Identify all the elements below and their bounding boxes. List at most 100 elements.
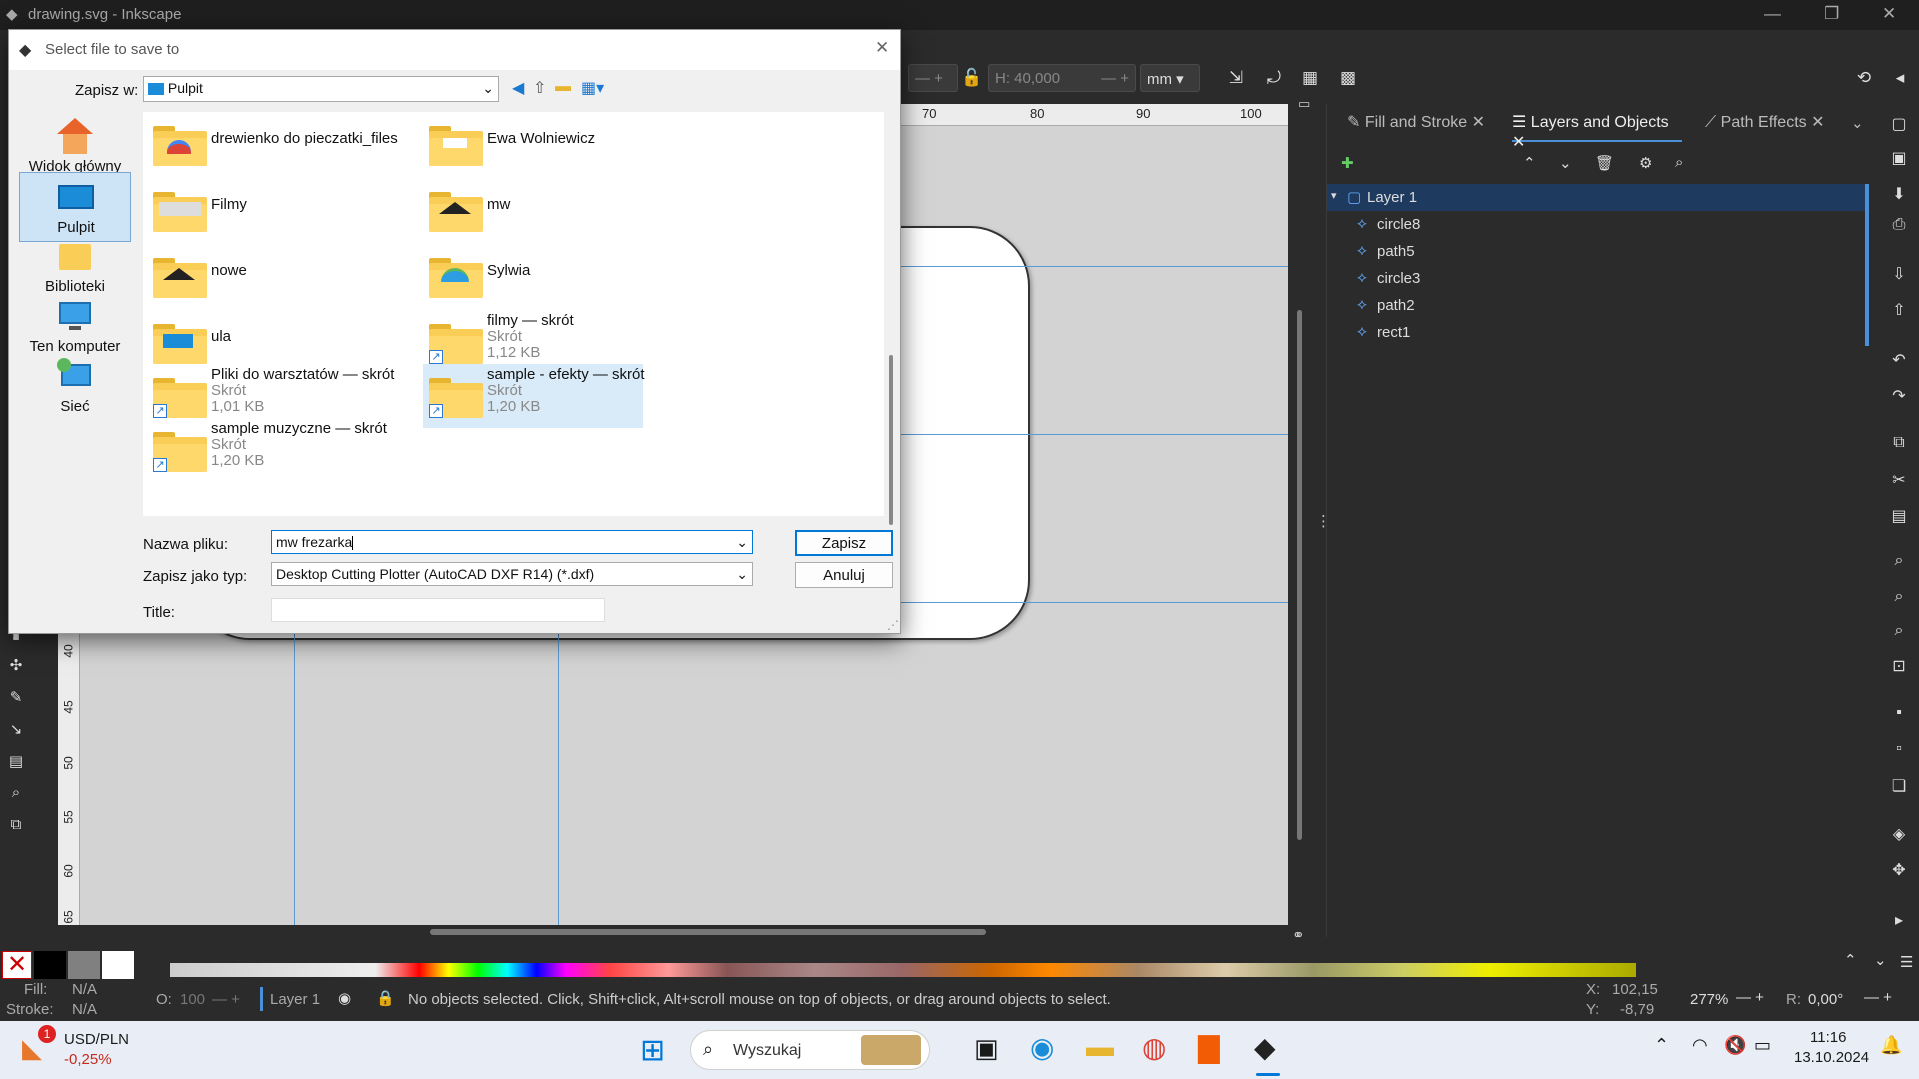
collapse-icon[interactable]: ◂	[1888, 66, 1912, 90]
copy-icon[interactable]: ⧉	[1888, 434, 1910, 456]
start-windows-icon[interactable]: ⊞	[640, 1033, 665, 1068]
clock-date[interactable]: 13.10.2024	[1794, 1049, 1869, 1066]
layer-row[interactable]: ▾ ▢ Layer 1	[1327, 184, 1867, 211]
expand-icon[interactable]: ▸	[1888, 910, 1910, 932]
zoom-tool-icon[interactable]: ⌕	[6, 784, 26, 804]
zoom-stepper-icon[interactable]: — +	[1736, 989, 1764, 1006]
eraser-tool-icon[interactable]: ✎	[6, 688, 26, 708]
close-icon[interactable]: ✕	[1882, 4, 1896, 24]
resize-grip-icon[interactable]: ⋰	[887, 618, 899, 632]
lock-icon[interactable]: 🔓	[960, 66, 984, 90]
maximize-icon[interactable]: ❐	[1824, 4, 1839, 24]
object-row[interactable]: ⟡ path5	[1327, 238, 1867, 265]
move-patterns-icon[interactable]: ▩	[1336, 66, 1360, 90]
color-manage-icon[interactable]: ⚭	[1292, 926, 1305, 944]
settings-gear-icon[interactable]: ⚙	[1639, 154, 1652, 172]
print-icon[interactable]: ⎙	[1888, 216, 1910, 238]
w-spin-controls[interactable]: — +	[908, 64, 958, 92]
tray-chevron-icon[interactable]: ⌃	[1654, 1035, 1669, 1056]
notification-bell-icon[interactable]: 🔔	[1880, 1035, 1902, 1056]
node-icon[interactable]: ◈	[1888, 824, 1910, 846]
horizontal-scroll-thumb[interactable]	[430, 929, 986, 935]
zoom-value[interactable]: 277%	[1690, 991, 1728, 1008]
object-row[interactable]: ⟡ rect1	[1327, 319, 1867, 346]
swatch-black[interactable]	[34, 951, 66, 979]
h-field[interactable]: H: 40,000 — +	[988, 64, 1136, 92]
tab-layers-and-objects[interactable]: ☰ Layers and Objects ✕	[1512, 112, 1682, 151]
move-gradients-icon[interactable]: ▦	[1298, 66, 1322, 90]
ticker-name[interactable]: USD/PLN	[64, 1031, 129, 1048]
rotation-stepper-icon[interactable]: — +	[1864, 989, 1892, 1006]
list-item[interactable]: mw	[423, 178, 693, 242]
swatch-gray[interactable]	[68, 951, 100, 979]
zoom-page-icon[interactable]: ⌕	[1888, 622, 1910, 644]
list-item[interactable]: nowe	[147, 244, 417, 308]
import-icon[interactable]: ⇩	[1888, 264, 1910, 286]
clone-icon[interactable]: ❏	[1888, 776, 1910, 798]
task-view-icon[interactable]: ▣	[974, 1033, 999, 1064]
scale-corners-icon[interactable]: ⤾	[1262, 66, 1286, 90]
tab-fill-and-stroke[interactable]: ✎ Fill and Stroke ✕	[1347, 112, 1492, 142]
page-tool-icon[interactable]: ▤	[6, 752, 26, 772]
file-explorer-icon[interactable]: ▬	[1086, 1031, 1114, 1063]
save-in-select[interactable]: Pulpit ⌄	[143, 76, 499, 102]
zoom-center-icon[interactable]: ⊡	[1888, 656, 1910, 678]
tabs-menu-icon[interactable]: ⌄	[1851, 114, 1864, 132]
taskbar-search[interactable]: ⌕ Wyszukaj	[690, 1030, 930, 1070]
cut-icon[interactable]: ✂	[1888, 470, 1910, 492]
cancel-button[interactable]: Anuluj	[795, 562, 893, 588]
save-button[interactable]: Zapisz	[795, 530, 893, 556]
undo-icon[interactable]: ↶	[1888, 350, 1910, 372]
list-item[interactable]: Sylwia	[423, 244, 693, 308]
open-icon[interactable]: ▣	[1888, 148, 1910, 170]
move-down-icon[interactable]: ⌄	[1559, 154, 1572, 172]
new-document-icon[interactable]: ▢	[1888, 114, 1910, 136]
lock-icon[interactable]: 🔒	[376, 989, 395, 1007]
ungroup-icon[interactable]: ▫	[1888, 740, 1910, 762]
search-icon[interactable]: ⌕	[1675, 154, 1683, 171]
current-layer[interactable]: Layer 1	[270, 991, 320, 1008]
no-paint-swatch[interactable]: ✕	[2, 951, 32, 979]
export-icon[interactable]: ⇧	[1888, 300, 1910, 322]
move-up-icon[interactable]: ⌃	[1523, 154, 1536, 172]
new-folder-icon[interactable]: ▬	[555, 78, 571, 96]
unit-select[interactable]: mm ▾	[1140, 64, 1200, 92]
redo-icon[interactable]: ↷	[1888, 386, 1910, 408]
filetype-select[interactable]: Desktop Cutting Plotter (AutoCAD DXF R14…	[271, 562, 753, 586]
opacity-value[interactable]: 100	[180, 991, 205, 1008]
list-item[interactable]: Filmy	[147, 178, 417, 242]
add-layer-icon[interactable]: ✚	[1341, 154, 1354, 172]
list-item[interactable]: Ewa Wolniewicz	[423, 112, 693, 176]
view-menu-icon[interactable]: ▦▾	[581, 78, 604, 98]
paste-icon[interactable]: ▤	[1888, 506, 1910, 528]
measure-tool-icon[interactable]: ⧉	[6, 816, 26, 836]
opacity-stepper-icon[interactable]: — +	[212, 991, 240, 1008]
dialog-close-icon[interactable]: ✕	[875, 38, 889, 58]
display-mode-icon[interactable]: ▭	[1298, 96, 1310, 112]
swatch-white[interactable]	[102, 951, 134, 979]
list-item[interactable]: ↗ sample muzyczne — skrót Skrót 1,20 KB	[147, 418, 417, 482]
battery-icon[interactable]: ▭	[1754, 1035, 1771, 1056]
fusion-app-icon[interactable]: ▇	[1198, 1031, 1220, 1064]
rotation-value[interactable]: 0,00°	[1808, 991, 1843, 1008]
save-icon[interactable]: ⬇	[1888, 184, 1910, 206]
palette-up-icon[interactable]: ⌃	[1844, 951, 1857, 969]
zoom-drawing-icon[interactable]: ⌕	[1888, 588, 1910, 610]
palette-down-icon[interactable]: ⌄	[1874, 951, 1887, 969]
clock-time[interactable]: 11:16	[1810, 1029, 1846, 1046]
group-icon[interactable]: ▪	[1888, 704, 1910, 726]
list-item[interactable]: drewienko do pieczatki_files	[147, 112, 417, 176]
vertical-scroll-thumb[interactable]	[1297, 310, 1302, 840]
connector-tool-icon[interactable]: ↘	[6, 720, 26, 740]
back-icon[interactable]: ◀	[512, 78, 524, 98]
volume-mute-icon[interactable]: 🔇	[1724, 1035, 1746, 1056]
object-row[interactable]: ⟡ path2	[1327, 292, 1867, 319]
filename-input[interactable]: mw frezarka ⌄	[271, 530, 753, 554]
title-input[interactable]	[271, 598, 605, 622]
chrome-icon[interactable]: ◍	[1142, 1031, 1166, 1064]
palette-menu-icon[interactable]: ☰	[1900, 953, 1913, 971]
tab-path-effects[interactable]: ⟋ Path Effects ✕	[1705, 112, 1845, 142]
file-list-scrollbar[interactable]	[889, 355, 893, 525]
edge-browser-icon[interactable]: ◉	[1030, 1031, 1054, 1064]
scale-stroke-icon[interactable]: ⇲	[1224, 66, 1248, 90]
